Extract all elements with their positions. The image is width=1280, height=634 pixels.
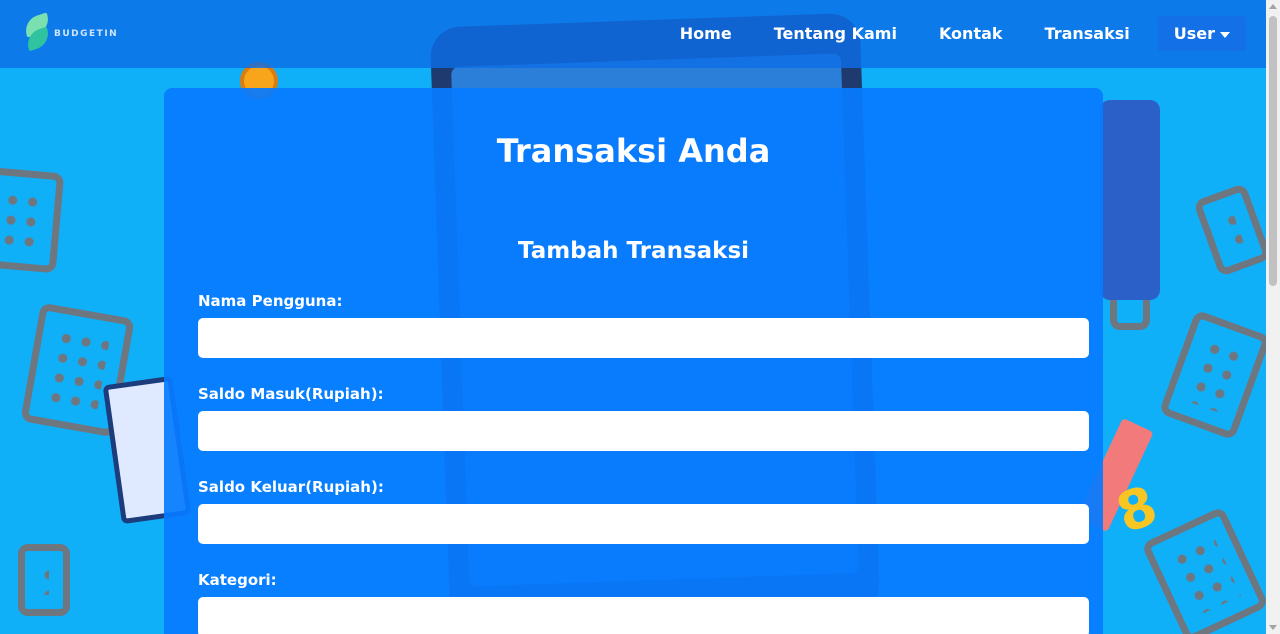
calculator-illustration	[1192, 183, 1273, 277]
transaction-card: Transaksi Anda Tambah Transaksi Nama Pen…	[164, 88, 1103, 634]
nav-link-kontak[interactable]: Kontak	[925, 16, 1017, 51]
scroll-down-icon[interactable]	[1269, 625, 1277, 630]
scrollbar-thumb[interactable]	[1269, 16, 1277, 286]
user-dropdown-label: User	[1173, 24, 1215, 43]
expense-input[interactable]	[198, 504, 1089, 544]
budgetin-logo-icon	[21, 12, 53, 52]
page-title: Transaksi Anda	[496, 132, 771, 170]
brand[interactable]: BUDGETIN	[21, 12, 119, 52]
calculator-illustration	[0, 166, 65, 274]
category-label: Kategori:	[198, 571, 277, 589]
income-label: Saldo Masuk(Rupiah):	[198, 385, 384, 403]
navbar: BUDGETIN Home Tentang Kami Kontak Transa…	[0, 0, 1266, 68]
username-input[interactable]	[198, 318, 1089, 358]
page-scrollbar[interactable]	[1266, 0, 1280, 634]
calculator-illustration	[1158, 309, 1272, 441]
number-eight-illustration: 8	[1108, 473, 1166, 546]
income-input[interactable]	[198, 411, 1089, 451]
form-title: Tambah Transaksi	[517, 238, 750, 264]
category-input[interactable]	[198, 597, 1089, 634]
nav-link-tentang-kami[interactable]: Tentang Kami	[760, 16, 911, 51]
nav-link-home[interactable]: Home	[666, 16, 746, 51]
clipboard-illustration	[1100, 100, 1160, 300]
nav-link-transaksi[interactable]: Transaksi	[1031, 16, 1144, 51]
user-dropdown[interactable]: User	[1157, 16, 1246, 51]
username-label: Nama Pengguna:	[198, 292, 343, 310]
calculator-illustration	[18, 544, 70, 616]
caret-down-icon	[1220, 31, 1230, 38]
expense-label: Saldo Keluar(Rupiah):	[198, 478, 384, 496]
brand-name: BUDGETIN	[54, 29, 119, 39]
scroll-up-icon[interactable]	[1269, 4, 1277, 9]
nav-links: Home Tentang Kami Kontak Transaksi User	[652, 16, 1246, 51]
